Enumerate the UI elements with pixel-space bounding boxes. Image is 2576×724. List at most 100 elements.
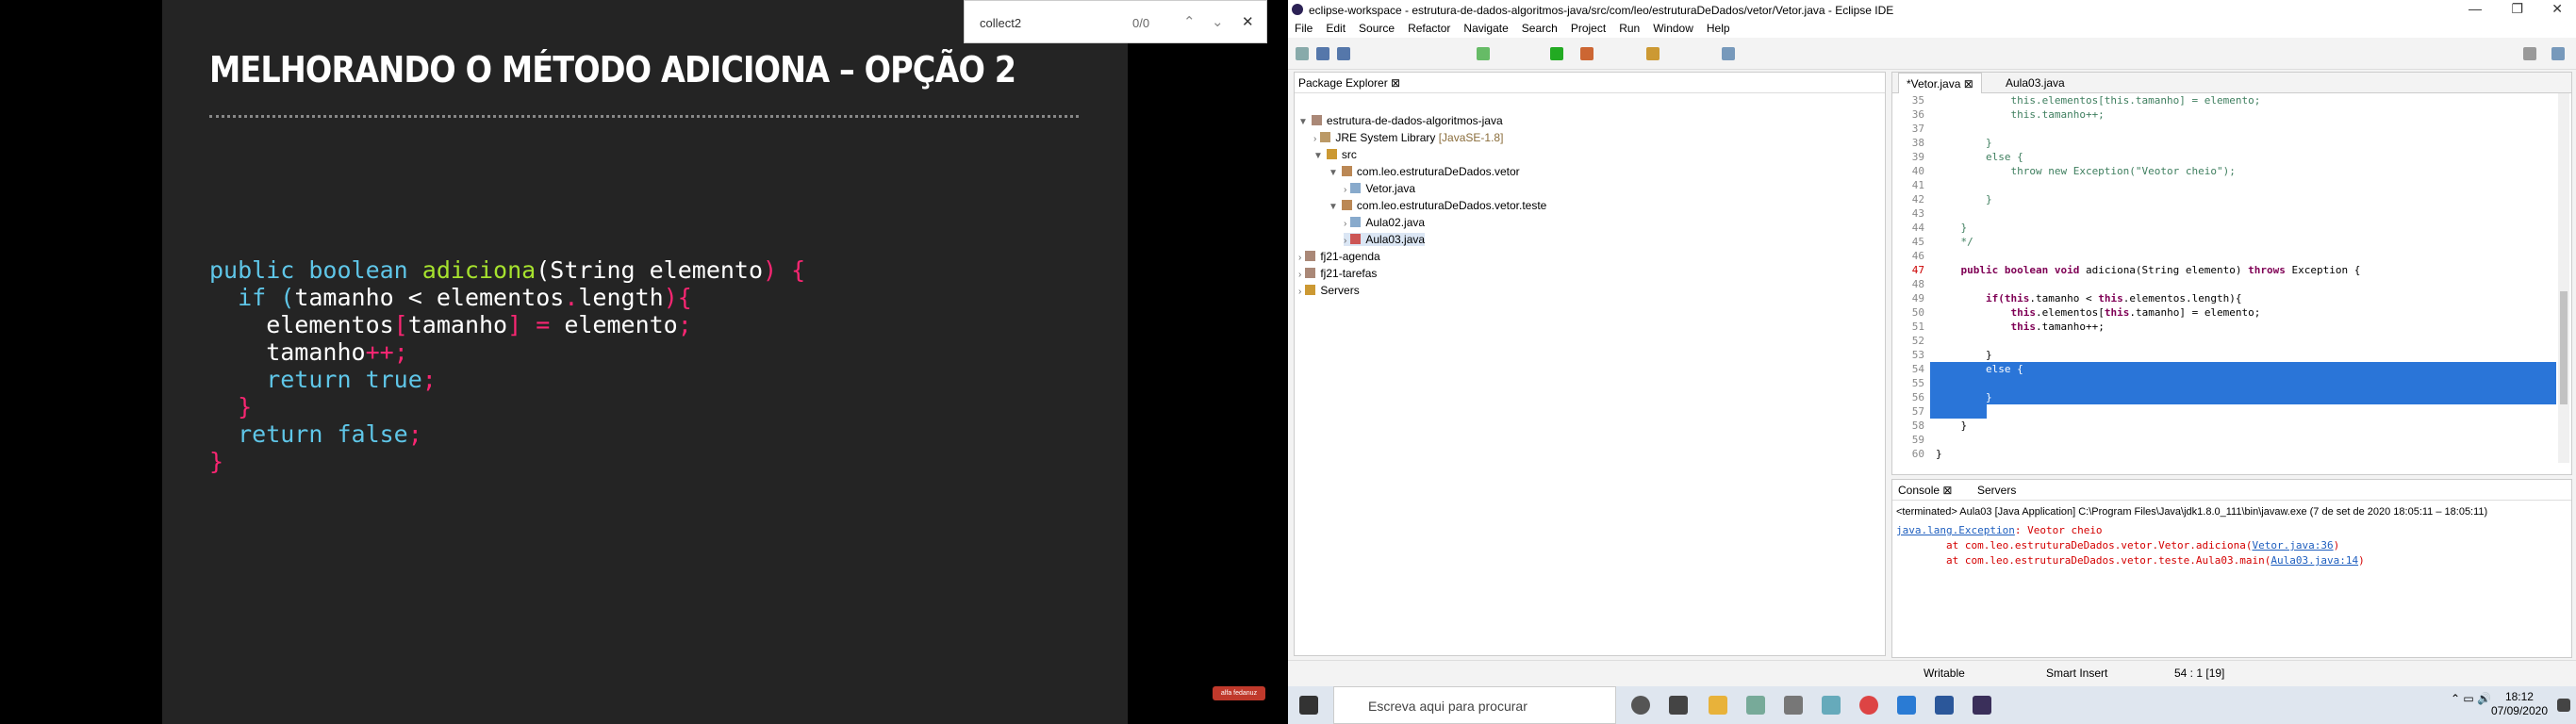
debug-icon[interactable]	[1477, 47, 1490, 60]
line-number: 36	[1911, 108, 1924, 121]
menu-edit[interactable]: Edit	[1319, 19, 1352, 38]
chevron-down-icon[interactable]: ⌄	[1212, 13, 1224, 30]
code-token: ++	[365, 338, 394, 366]
tab-aula03-java[interactable]: Aula03.java	[1998, 73, 2072, 93]
code-lines[interactable]: this.elementos[this.tamanho] = elemento;…	[1930, 93, 2556, 461]
tree-file-vetor[interactable]: › Vetor.java	[1344, 182, 1415, 195]
word-icon[interactable]	[1935, 696, 1954, 715]
line-number: 51	[1911, 321, 1924, 333]
menu-source[interactable]: Source	[1352, 19, 1401, 38]
menu-search[interactable]: Search	[1515, 19, 1564, 38]
save-icon[interactable]	[1316, 47, 1329, 60]
clock[interactable]: 18:12 07/09/2020	[2491, 690, 2548, 718]
search-icon[interactable]	[2523, 47, 2536, 60]
code-line-selected	[1930, 404, 1987, 419]
minimize-button[interactable]: —	[2469, 1, 2482, 16]
menu-file[interactable]: File	[1288, 19, 1319, 38]
code-token: this	[2004, 292, 2030, 304]
tree-src[interactable]: ▼ src	[1313, 148, 1357, 161]
tree-servers[interactable]: › Servers	[1298, 284, 1360, 297]
code-token: elemento	[564, 311, 678, 338]
status-bar: Writable Smart Insert 54 : 1 [19]	[1288, 660, 2576, 684]
taskbar-search[interactable]: Escreva aqui para procurar	[1333, 686, 1616, 724]
code-token: }	[209, 393, 253, 420]
tab-console[interactable]: Console ⊠	[1898, 484, 1952, 497]
code-line: public boolean void adiciona(String elem…	[1930, 263, 2556, 277]
maximize-button[interactable]: ❐	[2511, 1, 2523, 17]
package-explorer-tab[interactable]: Package Explorer ⊠	[1298, 76, 1400, 90]
tree-project-agenda[interactable]: › fj21-agenda	[1298, 250, 1380, 263]
code-line: throw new Exception("Veotor cheio");	[1930, 164, 2556, 178]
exception-link[interactable]: java.lang.Exception	[1896, 524, 2015, 536]
scrollbar-thumb[interactable]	[2560, 291, 2568, 404]
chevron-up-icon[interactable]: ⌃	[1183, 13, 1196, 30]
coverage-icon[interactable]	[1580, 47, 1593, 60]
open-type-icon[interactable]	[1646, 47, 1660, 60]
system-tray[interactable]: ⌃ ▭ 🔊	[2451, 692, 2491, 705]
code-token: String	[550, 256, 650, 284]
tree-project[interactable]: ▼ estrutura-de-dados-algoritmos-java	[1298, 114, 1503, 127]
code-token: .	[564, 284, 579, 311]
console-text: at com.leo.estruturaDeDados.vetor.teste.…	[1896, 554, 2271, 567]
package-icon	[1341, 166, 1352, 176]
code-token: this	[2010, 321, 2036, 333]
code-token: ) {	[763, 256, 806, 284]
tree-label: src	[1341, 148, 1357, 161]
console-text: at com.leo.estruturaDeDados.vetor.Vetor.…	[1896, 539, 2253, 551]
code-token: ;	[421, 366, 437, 393]
windows-start-icon[interactable]	[1299, 696, 1318, 715]
line-number: 40	[1911, 165, 1924, 177]
code-editor: *Vetor.java ⊠ Aula03.java 35 36 37 38 39 40 41…	[1891, 72, 2572, 475]
menu-navigate[interactable]: Navigate	[1457, 19, 1514, 38]
task-view-icon[interactable]	[1669, 696, 1688, 715]
close-icon[interactable]: ✕	[1242, 13, 1254, 30]
tab-vetor-java[interactable]: *Vetor.java ⊠	[1898, 73, 1982, 93]
code-token: .tamanho] = elemento;	[2129, 306, 2261, 319]
search-icon[interactable]	[1722, 47, 1735, 60]
menu-refactor[interactable]: Refactor	[1401, 19, 1457, 38]
folder-icon	[1326, 149, 1337, 159]
new-icon[interactable]	[1296, 47, 1309, 60]
file-explorer-icon[interactable]	[1709, 696, 1727, 715]
menu-run[interactable]: Run	[1612, 19, 1646, 38]
editor-scrollbar[interactable]	[2558, 93, 2569, 463]
tab-servers[interactable]: Servers	[1977, 484, 2016, 497]
menu-project[interactable]: Project	[1564, 19, 1612, 38]
tree-file-aula03[interactable]: › Aula03.java	[1344, 233, 1426, 246]
console-text: )	[2333, 539, 2340, 551]
tree-label: Aula02.java	[1365, 216, 1426, 229]
run-icon[interactable]	[1550, 47, 1563, 60]
tree-project-tarefas[interactable]: › fj21-tarefas	[1298, 267, 1377, 280]
chrome-icon[interactable]	[1859, 696, 1878, 715]
tree-label: Aula03.java	[1365, 233, 1426, 246]
line-number: 49	[1911, 292, 1924, 304]
tree-file-aula02[interactable]: › Aula02.java	[1344, 216, 1425, 229]
find-input[interactable]: collect2	[980, 16, 1021, 30]
project-icon	[1305, 251, 1316, 261]
code-token: true	[365, 366, 422, 393]
line-number: 46	[1911, 250, 1924, 262]
tree-jre[interactable]: › JRE System Library [JavaSE-1.8]	[1313, 131, 1503, 144]
menu-help[interactable]: Help	[1700, 19, 1737, 38]
notifications-icon[interactable]	[2557, 699, 2570, 712]
app-icon[interactable]	[1746, 696, 1765, 715]
tree-package-teste[interactable]: ▼ com.leo.estruturaDeDados.vetor.teste	[1329, 199, 1546, 212]
save-all-icon[interactable]	[1337, 47, 1350, 60]
perspective-icon[interactable]	[2551, 47, 2565, 60]
line-number: 54	[1911, 363, 1924, 375]
eclipse-icon[interactable]	[1973, 696, 1991, 715]
app-icon[interactable]	[1822, 696, 1841, 715]
library-icon	[1320, 132, 1331, 142]
cortana-icon[interactable]	[1631, 696, 1650, 715]
code-token: =	[536, 311, 565, 338]
calculator-icon[interactable]	[1784, 696, 1803, 715]
stacktrace-link[interactable]: Vetor.java:36	[2253, 539, 2334, 551]
tree-label: com.leo.estruturaDeDados.vetor.teste	[1356, 199, 1547, 212]
close-button[interactable]: ✕	[2551, 1, 2563, 17]
stacktrace-link[interactable]: Aula03.java:14	[2271, 554, 2358, 567]
vscode-icon[interactable]	[1897, 696, 1916, 715]
menu-window[interactable]: Window	[1646, 19, 1700, 38]
code-line-selected: }	[1930, 390, 2556, 404]
tree-package-vetor[interactable]: ▼ com.leo.estruturaDeDados.vetor	[1329, 165, 1520, 178]
